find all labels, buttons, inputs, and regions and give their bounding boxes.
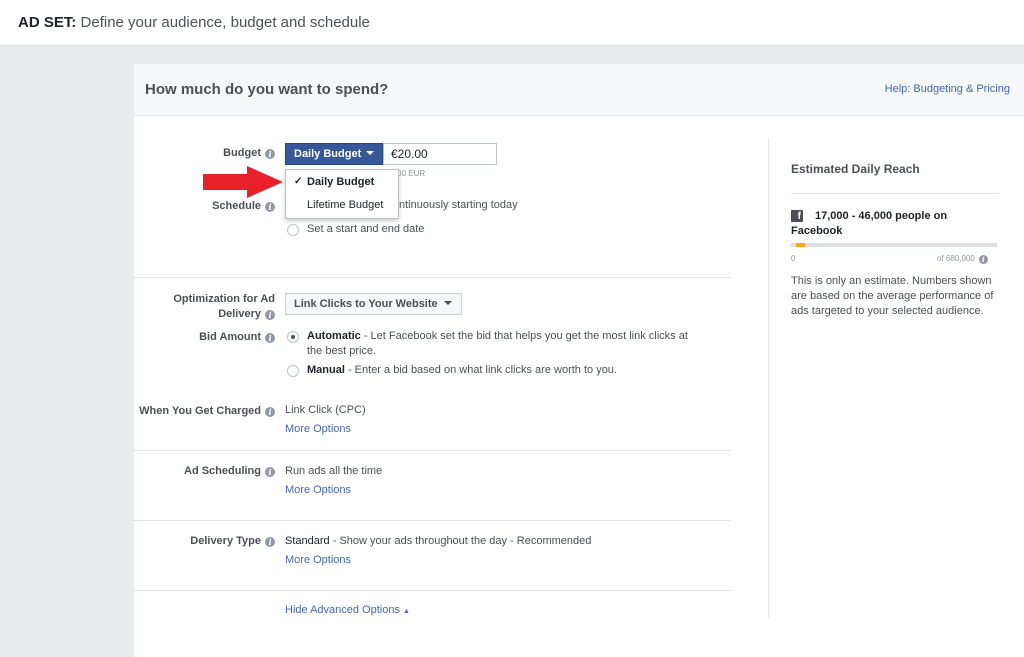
budget-type-dropdown: ✓ Daily Budget Lifetime Budget (285, 169, 399, 219)
reach-max: of 680,000 i (937, 254, 988, 264)
ad-scheduling-value: Run ads all the time (285, 465, 383, 477)
help-link[interactable]: Help: Budgeting & Pricing (885, 83, 1010, 95)
charged-value: Link Click (CPC) (285, 404, 366, 416)
bid-option-automatic[interactable]: Automatic - Let Facebook set the bid tha… (307, 329, 727, 359)
delivery-more-options-link[interactable]: More Options (285, 554, 351, 566)
page-title: AD SET: Define your audience, budget and… (18, 14, 370, 31)
top-bar: AD SET: Define your audience, budget and… (0, 0, 1024, 46)
budget-label: Budget i (180, 146, 275, 161)
divider (134, 590, 731, 591)
caret-down-icon (443, 301, 452, 305)
section-heading: How much do you want to spend? (145, 81, 389, 98)
page-title-prefix: AD SET: (18, 14, 77, 31)
schedule-label: Schedule i (180, 199, 275, 214)
info-icon[interactable]: i (265, 467, 275, 477)
section-header: How much do you want to spend? Help: Bud… (134, 64, 1024, 116)
bid-radio-automatic[interactable] (287, 331, 299, 343)
charged-label: When You Get Charged i (134, 404, 275, 419)
red-arrow-annotation (203, 166, 283, 198)
bid-radio-manual[interactable] (287, 365, 299, 377)
optimization-label: Optimization for Ad Delivery i (173, 293, 275, 320)
ad-scheduling-more-options-link[interactable]: More Options (285, 484, 351, 496)
divider (134, 277, 731, 278)
reach-min: 0 (791, 254, 796, 263)
caret-down-icon (366, 151, 375, 155)
bid-option-manual[interactable]: Manual - Enter a bid based on what link … (307, 363, 617, 378)
dropdown-option-daily-budget[interactable]: ✓ Daily Budget (286, 171, 398, 193)
left-gutter (0, 47, 134, 657)
delivery-type-label: Delivery Type i (160, 534, 275, 549)
bid-amount-label: Bid Amount i (160, 330, 275, 345)
column-divider (768, 138, 769, 618)
schedule-radio-start-end[interactable] (287, 224, 299, 236)
reach-note: This is only an estimate. Numbers shown … (791, 275, 994, 317)
facebook-icon: f (791, 210, 803, 222)
ad-scheduling-label: Ad Scheduling i (160, 464, 275, 479)
info-icon[interactable]: i (265, 537, 275, 547)
checkmark-icon: ✓ (294, 176, 303, 187)
optimization-select[interactable]: Link Clicks to Your Website (285, 293, 462, 315)
budget-amount-input[interactable] (383, 143, 497, 165)
info-icon[interactable]: i (265, 310, 275, 320)
dropdown-option-lifetime-budget[interactable]: Lifetime Budget (286, 194, 398, 216)
divider (791, 193, 999, 194)
hide-advanced-options-link[interactable]: Hide Advanced Options ▲ (285, 604, 410, 616)
divider (134, 450, 731, 451)
schedule-option-continuous[interactable]: ntinuously starting today (399, 198, 518, 213)
reach-bar (791, 243, 997, 247)
reach-bar-fill (796, 243, 805, 247)
caret-up-icon: ▲ (403, 608, 410, 615)
charged-more-options-link[interactable]: More Options (285, 423, 351, 435)
info-icon[interactable]: i (265, 407, 275, 417)
info-icon[interactable]: i (978, 255, 988, 264)
delivery-type-value: Standard - Show your ads throughout the … (285, 535, 592, 547)
budget-type-button[interactable]: Daily Budget (285, 143, 383, 165)
info-icon[interactable]: i (265, 202, 275, 212)
schedule-option-start-end[interactable]: Set a start and end date (307, 222, 424, 237)
info-icon[interactable]: i (265, 149, 275, 159)
info-icon[interactable]: i (265, 333, 275, 343)
reach-title: Estimated Daily Reach (791, 162, 920, 176)
page-title-text: Define your audience, budget and schedul… (80, 14, 370, 31)
reach-people-count: 17,000 - 46,000 people on Facebook (791, 210, 948, 237)
divider (134, 520, 731, 521)
